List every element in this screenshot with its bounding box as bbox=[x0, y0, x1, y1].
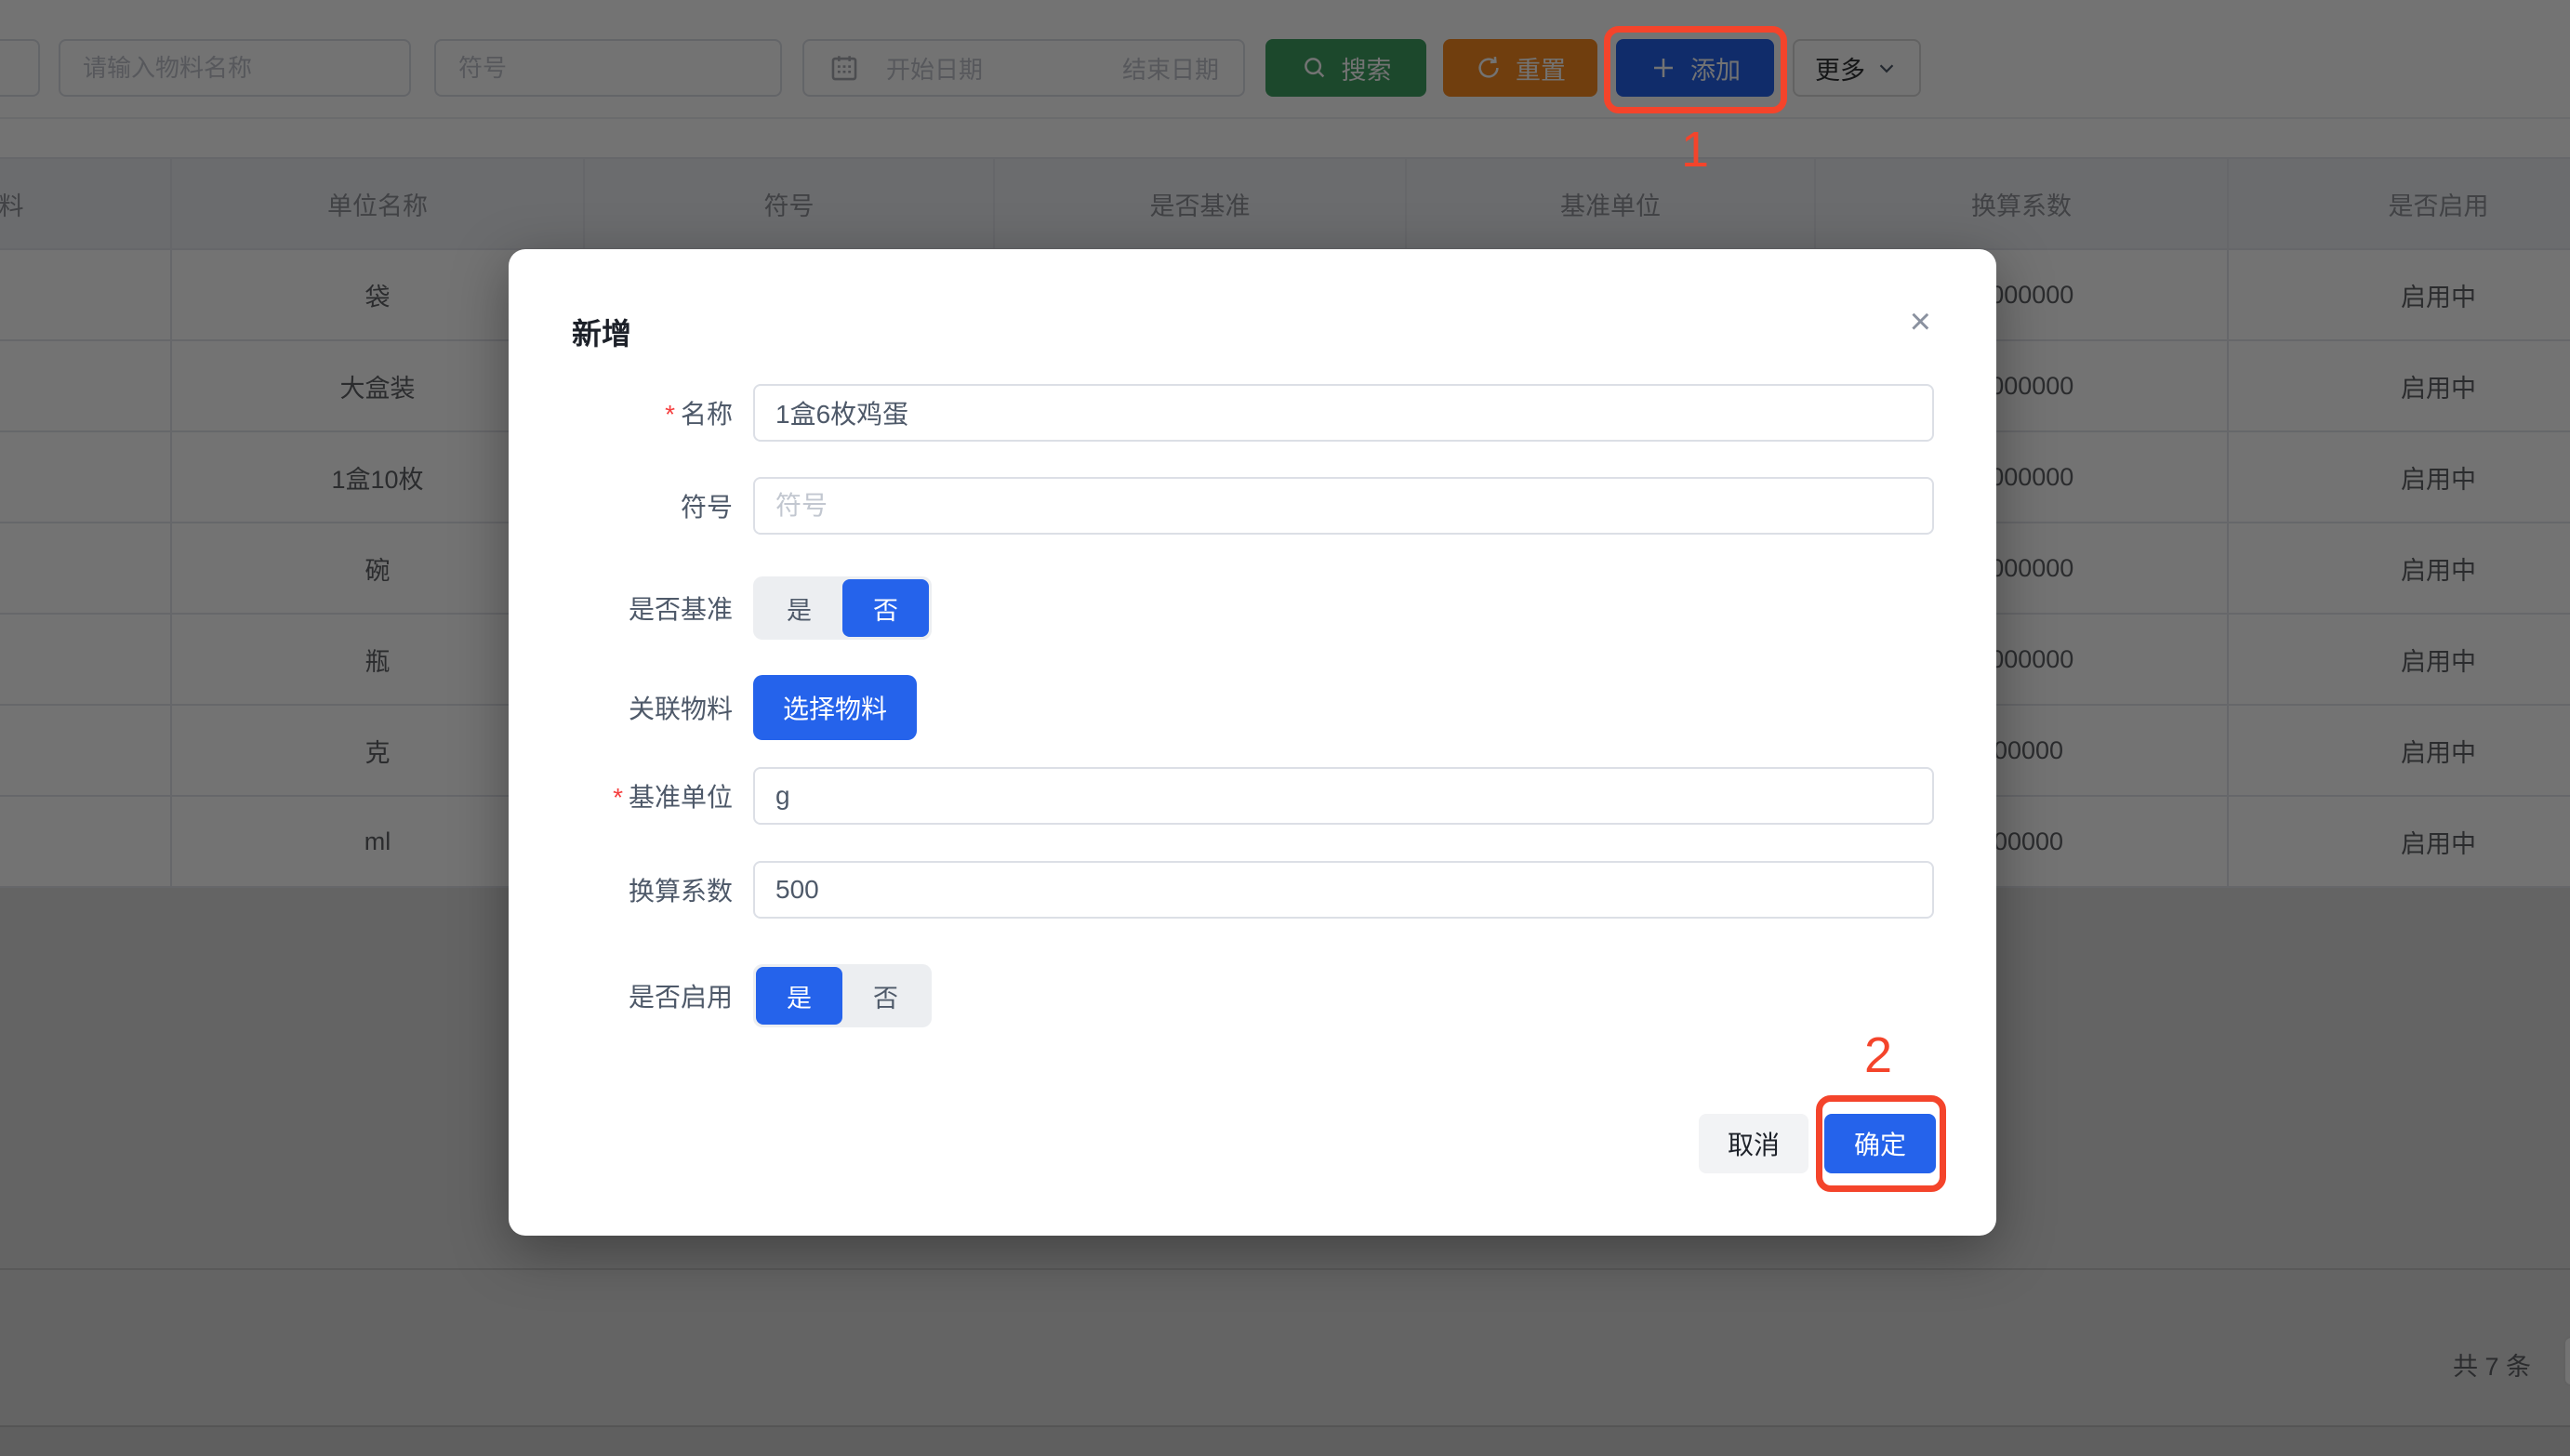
annotation-step-1: 1 bbox=[1667, 121, 1723, 179]
symbol-label: 符号 bbox=[509, 487, 733, 524]
name-input[interactable] bbox=[753, 384, 1934, 442]
name-label: 名称 bbox=[681, 400, 733, 429]
dialog-title: 新增 bbox=[572, 311, 631, 353]
is-base-option-no[interactable]: 否 bbox=[842, 579, 929, 637]
form-row-name: *名称 bbox=[509, 384, 1934, 442]
form-row-related-material: 关联物料 选择物料 bbox=[509, 675, 1934, 740]
base-unit-input[interactable] bbox=[753, 767, 1934, 825]
required-marker: * bbox=[665, 400, 675, 429]
is-base-option-yes[interactable]: 是 bbox=[756, 579, 842, 637]
annotation-step-2: 2 bbox=[1850, 1026, 1906, 1084]
conversion-factor-input[interactable] bbox=[753, 861, 1934, 919]
form-row-is-base: 是否基准 是 否 bbox=[509, 576, 1934, 640]
related-material-label: 关联物料 bbox=[509, 689, 733, 726]
app-screen: 开始日期 结束日期 搜索 重置 bbox=[0, 0, 2570, 1456]
add-unit-dialog: 新增 × *名称 符号 是否基准 是 否 关联物料 选择物料 *基准单位 bbox=[509, 249, 1996, 1236]
enabled-option-no[interactable]: 否 bbox=[842, 967, 929, 1025]
symbol-input[interactable] bbox=[753, 477, 1934, 535]
select-material-button[interactable]: 选择物料 bbox=[753, 675, 917, 740]
annotation-box-confirm-button bbox=[1816, 1095, 1946, 1192]
form-row-base-unit: *基准单位 bbox=[509, 767, 1934, 825]
cancel-button[interactable]: 取消 bbox=[1699, 1114, 1808, 1173]
close-icon[interactable]: × bbox=[1910, 303, 1931, 340]
enabled-label: 是否启用 bbox=[509, 977, 733, 1014]
enabled-option-yes[interactable]: 是 bbox=[756, 967, 842, 1025]
base-unit-label: 基准单位 bbox=[629, 783, 733, 812]
form-row-enabled: 是否启用 是 否 bbox=[509, 964, 1934, 1027]
conversion-label: 换算系数 bbox=[509, 871, 733, 908]
required-marker: * bbox=[613, 783, 623, 812]
form-row-conversion: 换算系数 bbox=[509, 861, 1934, 919]
annotation-box-add-button bbox=[1604, 26, 1787, 113]
is-base-label: 是否基准 bbox=[509, 589, 733, 627]
is-base-toggle: 是 否 bbox=[753, 576, 932, 640]
form-row-symbol: 符号 bbox=[509, 477, 1934, 535]
enabled-toggle: 是 否 bbox=[753, 964, 932, 1027]
